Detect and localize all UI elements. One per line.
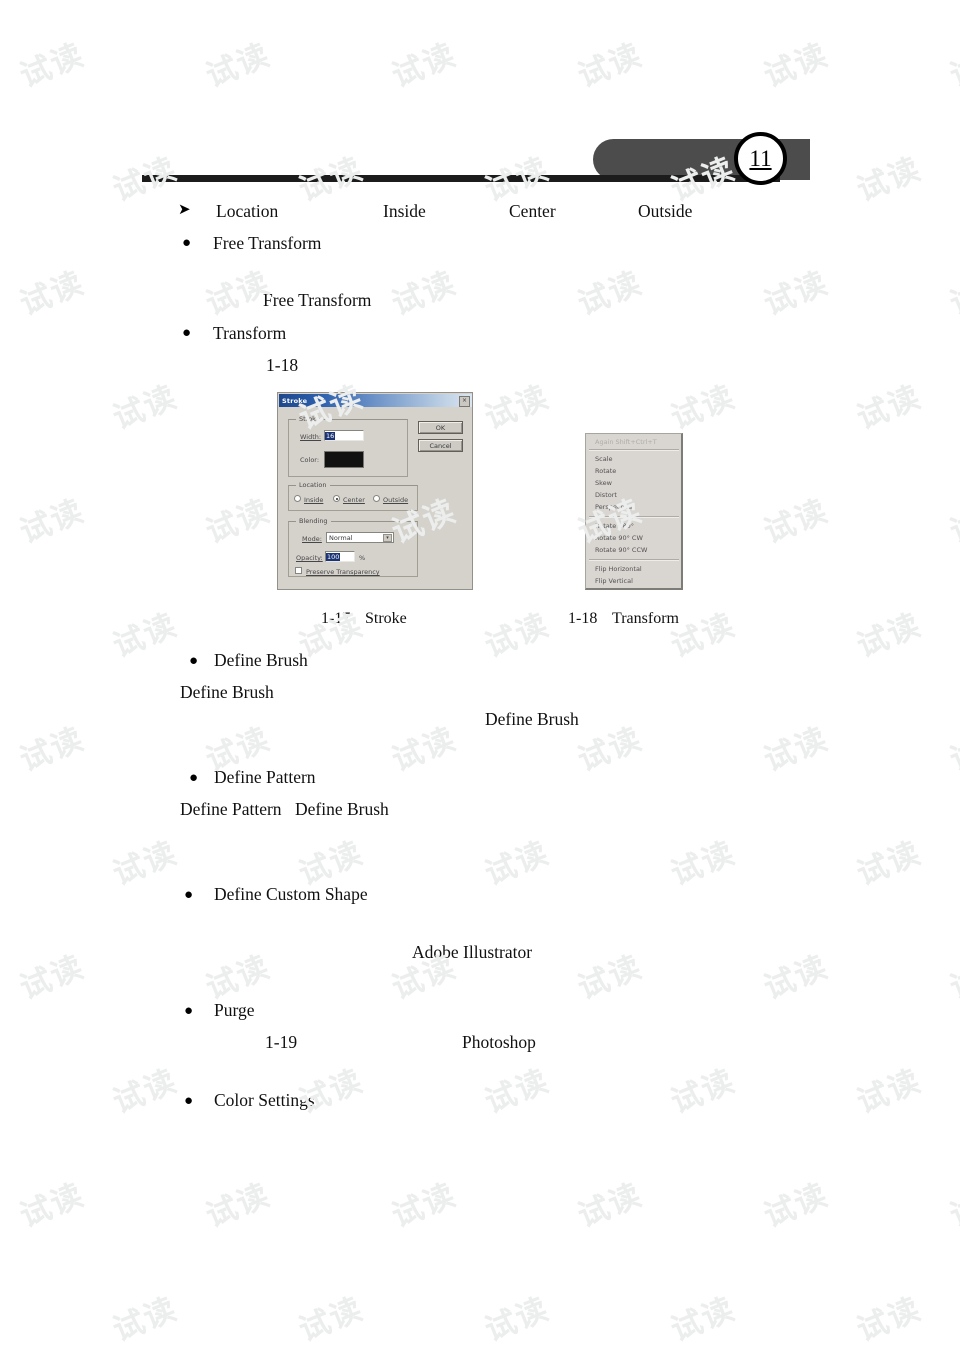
menu-item-again[interactable]: Again Shift+Ctrl+T (595, 438, 657, 446)
stroke-group: Stroke (288, 415, 408, 477)
radio-inside-label: Inside (304, 496, 324, 504)
text-free-transform-body: Free Transform (263, 290, 372, 310)
text-define-pattern-heading: Define Pattern (214, 767, 316, 787)
text-define-brush-body-2: Define Brush (485, 709, 579, 729)
close-icon[interactable]: × (459, 396, 470, 407)
location-group-label: Location (296, 481, 330, 489)
color-swatch[interactable] (324, 451, 364, 468)
chevron-down-icon[interactable]: ▾ (383, 534, 392, 542)
stroke-dialog-titlebar: Stroke × (279, 394, 472, 407)
dot-bullet-icon: ● (182, 325, 192, 341)
text-purge-ref: 1-19 (265, 1032, 298, 1052)
text-define-pattern-body-1: Define Pattern (180, 799, 282, 819)
cancel-button[interactable]: Cancel (418, 439, 463, 452)
menu-separator (589, 516, 679, 518)
text-transform-ref: 1-18 (266, 355, 299, 375)
radio-center[interactable] (333, 495, 340, 502)
dot-bullet-icon: ● (184, 887, 194, 903)
menu-separator (589, 559, 679, 561)
menu-separator (589, 449, 679, 451)
menu-item-flip-vertical[interactable]: Flip Vertical (595, 577, 633, 585)
menu-item-skew[interactable]: Skew (595, 479, 612, 487)
text-adobe-illustrator: Adobe Illustrator (412, 942, 533, 962)
stroke-group-label: Stroke (296, 415, 323, 423)
mode-select-value: Normal (329, 534, 353, 542)
mode-select[interactable]: Normal ▾ (326, 532, 394, 543)
radio-outside-label: Outside (383, 496, 409, 504)
caption-stroke-number: 1-17 (321, 610, 351, 627)
text-free-transform-heading: Free Transform (213, 233, 322, 253)
dot-bullet-icon: ● (184, 1003, 194, 1019)
dot-bullet-icon: ● (184, 1093, 194, 1109)
page-header: 11 (142, 131, 810, 191)
text-define-custom-shape-heading: Define Custom Shape (214, 884, 368, 904)
menu-item-scale[interactable]: Scale (595, 455, 613, 463)
text-define-brush-heading: Define Brush (214, 650, 308, 670)
text-location-center: Center (509, 201, 556, 221)
mode-label: Mode: (302, 535, 322, 543)
menu-item-rotate-90-ccw[interactable]: Rotate 90° CCW (595, 546, 647, 554)
caption-transform-label: Transform (612, 610, 679, 627)
radio-outside[interactable] (373, 495, 380, 502)
text-location: Location (216, 201, 279, 221)
radio-center-label: Center (343, 496, 365, 504)
arrow-bullet-icon: ➤ (178, 202, 191, 218)
text-purge-heading: Purge (214, 1000, 255, 1020)
figure-transform-menu: Again Shift+Ctrl+T Scale Rotate Skew Dis… (585, 433, 683, 590)
blending-group-label: Blending (296, 517, 331, 525)
opacity-input-value: 100 (326, 553, 341, 561)
text-define-brush-body-1: Define Brush (180, 682, 274, 702)
width-label: Width: (300, 433, 322, 441)
width-input-value: 16 (325, 432, 336, 440)
preserve-transparency-label: Preserve Transparency (306, 568, 380, 576)
text-location-inside: Inside (383, 201, 426, 221)
text-transform-heading: Transform (213, 323, 287, 343)
color-label: Color: (300, 456, 320, 464)
page-number-badge: 11 (734, 132, 787, 185)
figure-stroke-dialog: Stroke × Stroke Width: 16 Color: OK Canc… (277, 392, 473, 590)
opacity-unit: % (359, 554, 366, 562)
text-location-outside: Outside (638, 201, 693, 221)
dot-bullet-icon: ● (189, 770, 199, 786)
menu-item-flip-horizontal[interactable]: Flip Horizontal (595, 565, 642, 573)
text-color-settings-heading: Color Settings (214, 1090, 315, 1110)
opacity-label: Opacity: (296, 554, 323, 562)
menu-item-rotate-90-cw[interactable]: Rotate 90° CW (595, 534, 643, 542)
menu-item-perspective[interactable]: Perspective (595, 503, 633, 511)
stroke-dialog-title: Stroke (282, 396, 308, 405)
ok-button[interactable]: OK (418, 421, 463, 434)
caption-stroke-label: Stroke (365, 610, 407, 627)
dot-bullet-icon: ● (189, 653, 199, 669)
caption-transform-number: 1-18 (568, 610, 598, 627)
page-number: 11 (749, 145, 772, 171)
text-photoshop: Photoshop (462, 1032, 536, 1052)
menu-item-rotate-180[interactable]: Rotate 180° (595, 522, 634, 530)
menu-item-rotate[interactable]: Rotate (595, 467, 616, 475)
text-define-pattern-body-2: Define Brush (295, 799, 389, 819)
radio-inside[interactable] (294, 495, 301, 502)
preserve-transparency-checkbox[interactable] (295, 567, 302, 574)
dot-bullet-icon: ● (182, 235, 192, 251)
header-rule (142, 175, 780, 182)
document-page: 11 ➤ Location Inside Center Outside ● Fr… (0, 0, 960, 1357)
menu-item-distort[interactable]: Distort (595, 491, 617, 499)
